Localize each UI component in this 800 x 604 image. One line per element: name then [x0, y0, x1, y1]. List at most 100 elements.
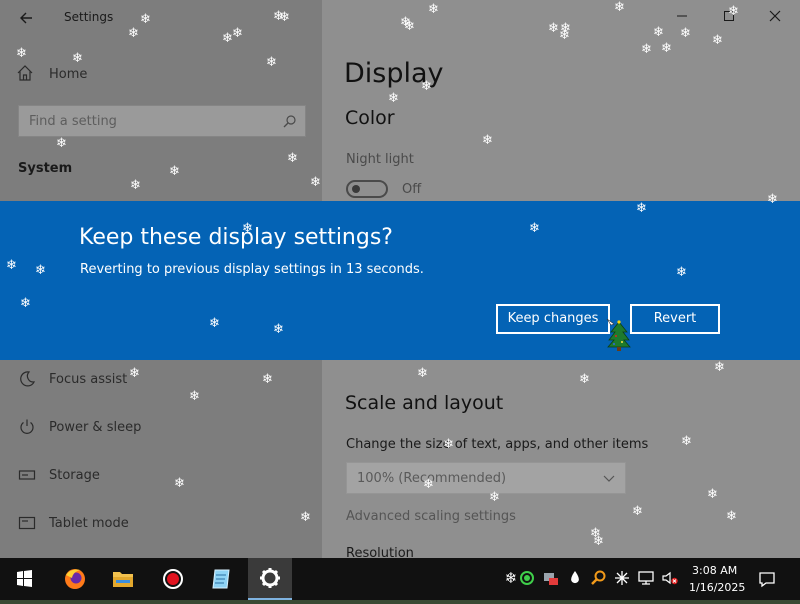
find-setting-input[interactable] — [29, 112, 269, 130]
snowflake-icon: ❄ — [6, 258, 17, 273]
dialog-message: Reverting to previous display settings i… — [80, 262, 424, 277]
snowflake-icon: ❄ — [174, 476, 185, 491]
notepad-icon — [212, 569, 230, 589]
notepad-taskbar-button[interactable] — [200, 558, 244, 600]
snowflake-icon: ❄ — [423, 477, 434, 492]
snowflake-icon: ❄ — [35, 263, 46, 278]
snowflake-icon: ❄ — [443, 437, 454, 452]
scale-dropdown[interactable]: 100% (Recommended) — [346, 462, 626, 494]
find-setting-box[interactable] — [18, 105, 306, 137]
snowflake-icon: ❄ — [388, 91, 399, 106]
minimize-button[interactable] — [667, 8, 697, 28]
snowflake-icon: ❄ — [529, 221, 540, 236]
system-section-header: System — [18, 161, 73, 176]
close-button[interactable] — [760, 8, 790, 28]
moon-icon — [20, 371, 36, 387]
snowflake-icon: ❄ — [681, 434, 692, 449]
color-section-header: Color — [345, 107, 395, 129]
resolution-label: Resolution — [346, 546, 414, 558]
water-drop-tray-icon[interactable] — [565, 568, 585, 588]
snowflake-icon: ❄ — [489, 490, 500, 505]
revert-button[interactable]: Revert — [630, 304, 720, 334]
snowflake-icon: ❄ — [767, 192, 778, 207]
notifications-icon[interactable] — [757, 569, 777, 589]
snowflake-icon: ❄ — [421, 79, 432, 94]
snowflake-icon: ❄ — [707, 487, 718, 502]
sidebar-item-label: Storage — [49, 468, 100, 483]
snowflake-icon: ❄ — [428, 2, 439, 17]
snowflake-icon: ❄ — [262, 372, 273, 387]
storage-icon — [18, 470, 36, 480]
start-button[interactable] — [2, 558, 46, 600]
snowflake-icon: ❄ — [56, 136, 67, 151]
snowflake-icon: ❄ — [169, 164, 180, 179]
snowflake-icon: ❄ — [726, 509, 737, 524]
snowflake-icon: ❄ — [482, 133, 493, 148]
recorder-taskbar-button[interactable] — [151, 558, 195, 600]
snowflake-icon: ❄ — [593, 534, 604, 549]
dialog-title: Keep these display settings? — [79, 225, 393, 250]
snowflake-icon: ❄ — [714, 360, 725, 375]
snowflake-icon: ❄ — [404, 19, 415, 34]
snowflake-icon: ❄ — [242, 221, 253, 236]
keep-changes-button[interactable]: Keep changes — [496, 304, 610, 334]
back-button[interactable] — [14, 7, 38, 29]
night-light-label: Night light — [346, 152, 414, 167]
minimize-icon — [677, 15, 687, 17]
snowflake-icon: ❄ — [140, 12, 151, 27]
svg-text:❄: ❄ — [505, 569, 518, 587]
volume-muted-tray-icon[interactable] — [660, 568, 680, 588]
file-explorer-taskbar-button[interactable] — [101, 558, 145, 600]
firefox-icon — [65, 569, 85, 589]
advanced-scaling-link[interactable]: Advanced scaling settings — [346, 509, 516, 524]
snowflake-icon: ❄ — [266, 55, 277, 70]
snowflake-icon: ❄ — [232, 26, 243, 41]
snowflake-icon: ❄ — [310, 175, 321, 190]
snowflake-icon: ❄ — [128, 26, 139, 41]
sidebar-item-storage[interactable]: Storage — [0, 456, 322, 496]
snowflake-icon: ❄ — [20, 296, 31, 311]
sidebar-item-label: Tablet mode — [49, 516, 129, 531]
tablet-icon — [18, 516, 36, 530]
power-icon — [20, 419, 34, 434]
snowflake-icon: ❄ — [676, 265, 687, 280]
keep-settings-dialog: Keep these display settings? Reverting t… — [0, 201, 800, 360]
clock-date[interactable]: 1/16/2025 — [689, 581, 745, 594]
taskbar: ❄ 3:08 AM 1/16/2025 — [0, 558, 800, 600]
window-title: Settings — [64, 10, 114, 24]
snowflake-icon: ❄ — [636, 201, 647, 216]
snowflake-icon: ❄ — [653, 25, 664, 40]
search-tool-tray-icon[interactable] — [589, 568, 609, 588]
settings-taskbar-button[interactable] — [248, 558, 292, 600]
settings-icon — [260, 568, 280, 588]
snowflake-icon: ❄ — [72, 51, 83, 66]
snowflake-icon: ❄ — [16, 46, 27, 61]
sidebar-item-label: Focus assist — [49, 372, 128, 387]
home-icon — [17, 65, 33, 81]
snowflake-icon: ❄ — [273, 9, 284, 24]
network-tray-icon[interactable] — [636, 568, 656, 588]
sidebar-item-tablet-mode[interactable]: Tablet mode — [0, 504, 322, 544]
snowflake-icon: ❄ — [548, 21, 559, 36]
firefox-taskbar-button[interactable] — [53, 558, 97, 600]
home-label: Home — [49, 67, 88, 82]
snowflake-icon: ❄ — [632, 504, 643, 519]
sidebar-item-power-sleep[interactable]: Power & sleep — [0, 408, 322, 448]
sidebar-item-focus-assist[interactable]: Focus assist — [0, 360, 322, 400]
snowflake-icon: ❄ — [287, 151, 298, 166]
clock-time[interactable]: 3:08 AM — [692, 564, 737, 577]
record-icon — [163, 569, 183, 589]
asterisk-tray-icon[interactable] — [612, 568, 632, 588]
back-arrow-icon — [20, 12, 32, 24]
snowflake-icon: ❄ — [300, 510, 311, 525]
snowflake-icon: ❄ — [712, 33, 723, 48]
snowflake-icon: ❄ — [680, 26, 691, 41]
green-status-tray-icon[interactable] — [517, 568, 537, 588]
night-light-toggle[interactable] — [346, 180, 388, 198]
close-icon — [769, 10, 781, 22]
snowflake-icon: ❄ — [559, 28, 570, 43]
search-icon — [283, 115, 296, 128]
scale-section-header: Scale and layout — [345, 392, 504, 414]
snowflake-icon: ❄ — [130, 178, 141, 193]
network-share-tray-icon[interactable] — [541, 568, 561, 588]
